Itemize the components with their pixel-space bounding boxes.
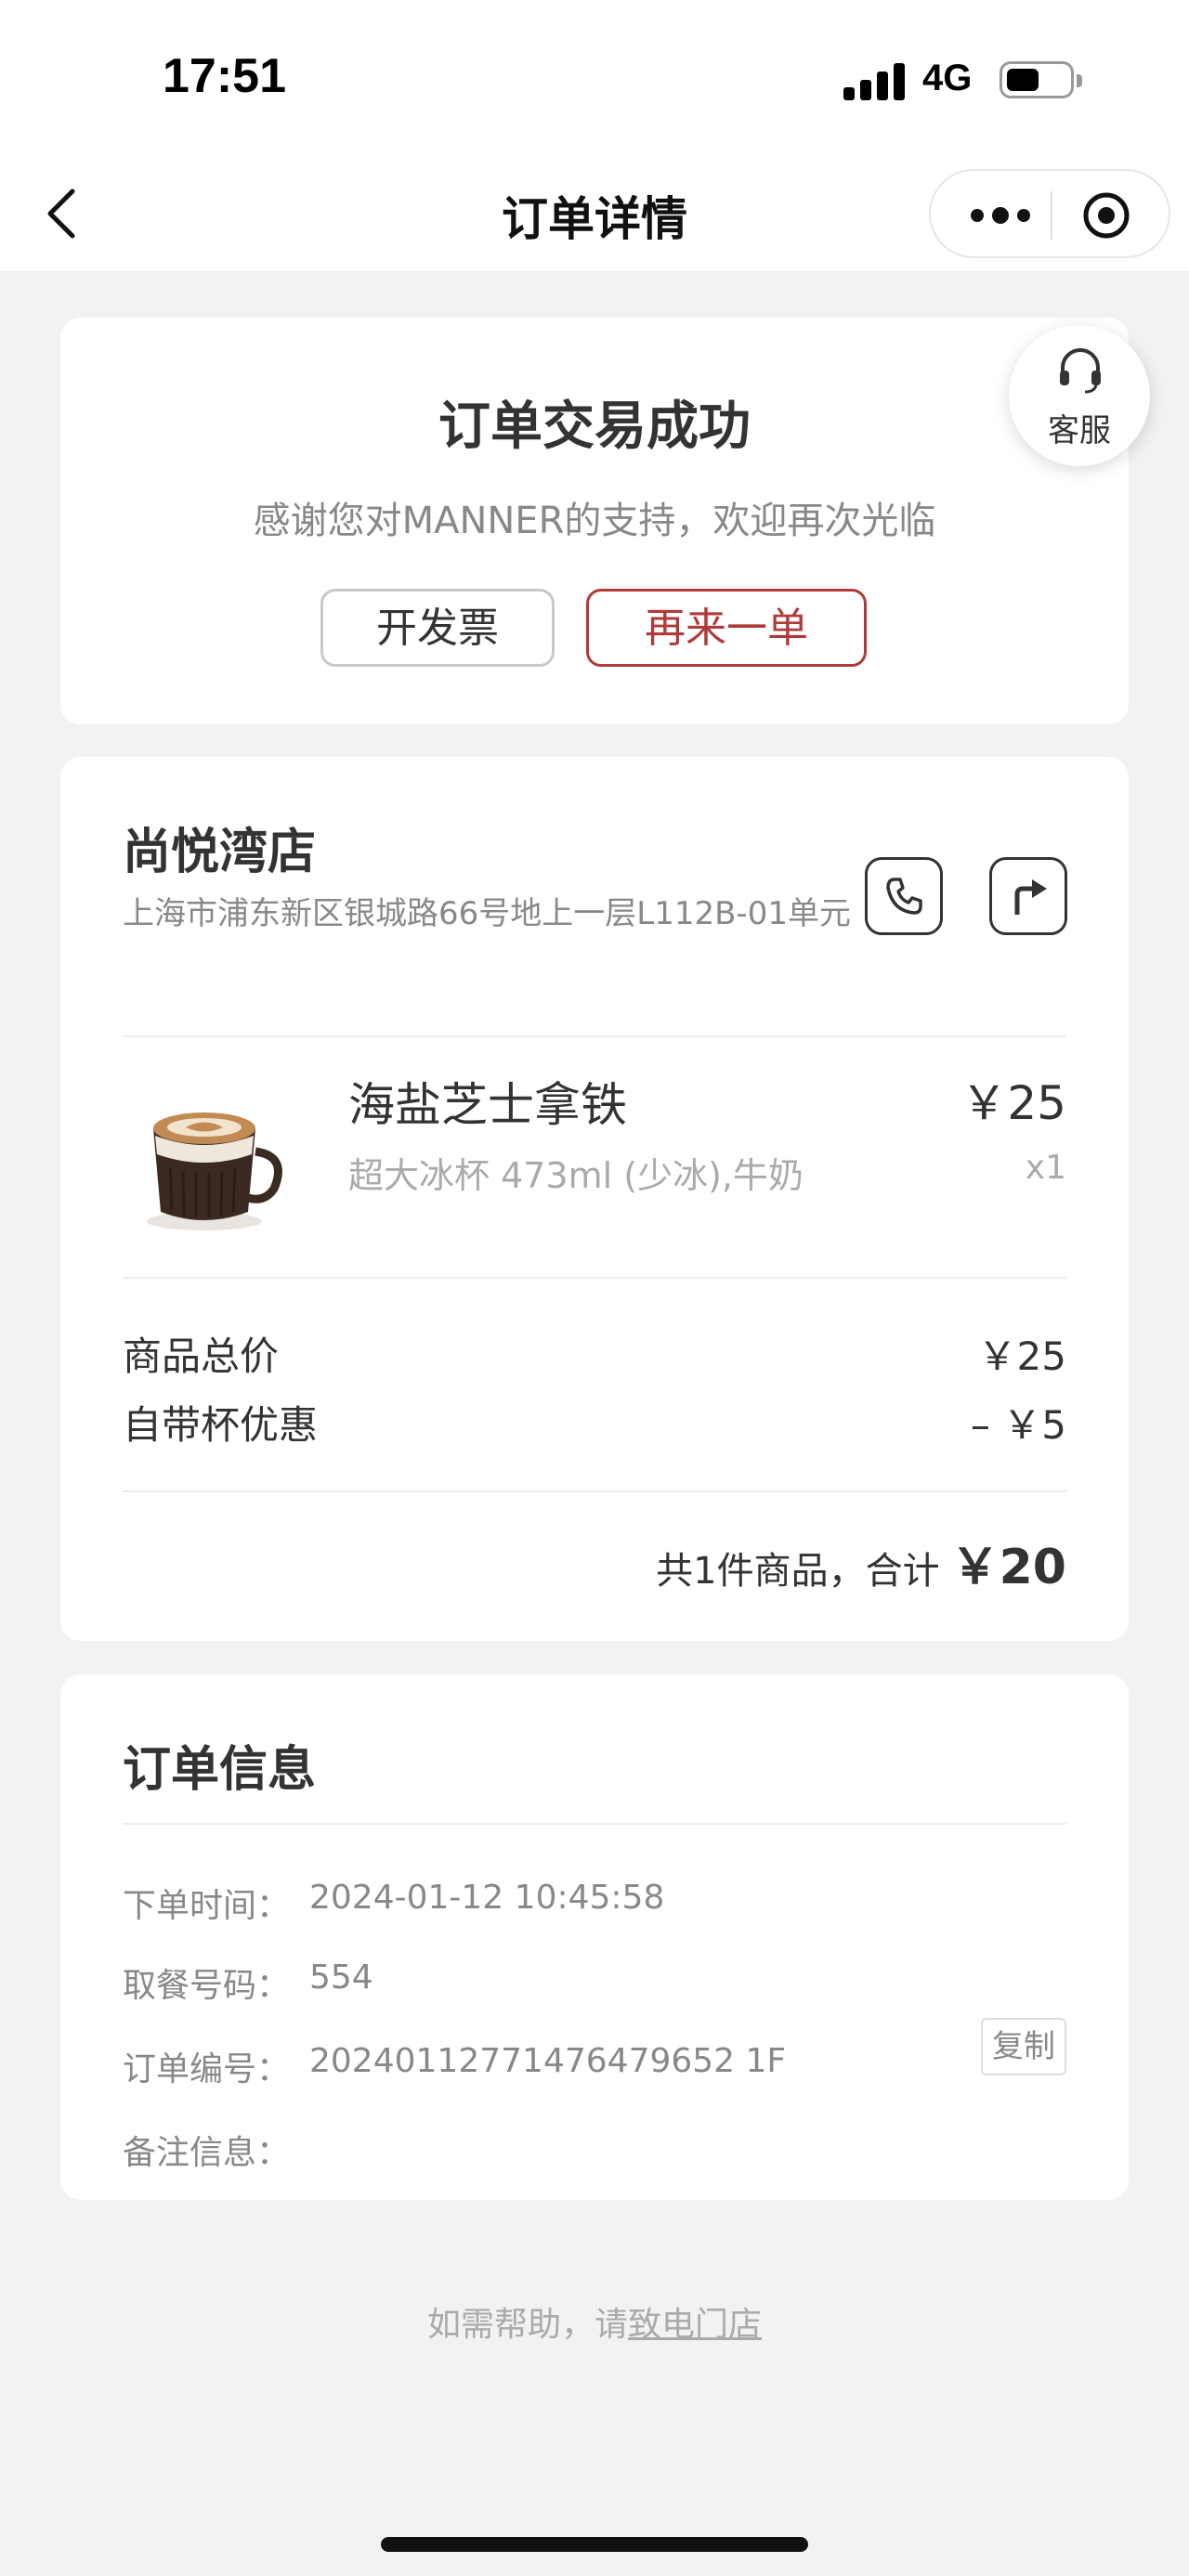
product-name: 海盐芝士拿铁 <box>348 1078 627 1132</box>
product-image <box>135 1082 293 1240</box>
success-subtitle: 感谢您对MANNER的支持，欢迎再次光临 <box>253 500 936 542</box>
order-success-card: 订单交易成功 感谢您对MANNER的支持，欢迎再次光临 开发票 再来一单 <box>60 318 1129 724</box>
invoice-button[interactable]: 开发票 <box>320 589 555 667</box>
pickup-number-label: 取餐号码： <box>123 1967 291 2005</box>
divider <box>123 1490 1066 1492</box>
status-time: 17:51 <box>163 49 286 103</box>
call-store-button[interactable] <box>865 857 943 935</box>
home-indicator[interactable] <box>381 2537 808 2552</box>
order-info-title: 订单信息 <box>123 1742 317 1798</box>
order-total: 共1件商品，合计 ￥20 <box>656 1528 1066 1597</box>
reorder-button[interactable]: 再来一单 <box>586 589 867 667</box>
success-title: 订单交易成功 <box>438 397 751 457</box>
subtotal-label: 商品总价 <box>123 1334 280 1379</box>
product-quantity: x1 <box>1025 1149 1066 1187</box>
miniapp-capsule <box>929 169 1170 258</box>
store-name: 尚悦湾店 <box>123 825 317 880</box>
more-icon[interactable] <box>968 197 1033 234</box>
divider <box>123 1277 1066 1279</box>
order-info-card: 订单信息 下单时间： 2024-01-12 10:45:58 取餐号码： 554… <box>60 1674 1129 2200</box>
directions-icon <box>1014 879 1047 915</box>
divider <box>123 1035 1066 1037</box>
call-store-link[interactable]: 致电门店 <box>628 2306 762 2344</box>
cup-discount-value: – ￥5 <box>970 1402 1066 1448</box>
close-miniapp-icon[interactable] <box>1082 191 1130 240</box>
product-spec: 超大冰杯 473ml (少冰),牛奶 <box>348 1155 804 1196</box>
total-prefix: 共1件商品，合计 <box>656 1550 940 1593</box>
customer-service-button[interactable]: 客服 <box>1009 325 1150 466</box>
order-time-value: 2024-01-12 10:45:58 <box>309 1879 665 1917</box>
signal-icon <box>843 61 905 100</box>
network-label: 4G <box>922 58 973 98</box>
capsule-divider <box>1051 191 1052 240</box>
battery-icon <box>1000 61 1082 98</box>
navigate-store-button[interactable] <box>989 857 1067 935</box>
help-text: 如需帮助，请致电门店 <box>0 2297 1189 2346</box>
remark-label: 备注信息： <box>123 2134 291 2172</box>
store-address: 上海市浦东新区银城路66号地上一层L112B-01单元 <box>123 895 851 932</box>
product-price: ￥25 <box>960 1076 1066 1130</box>
order-number-value: 20240112771476479652 1F <box>309 2042 787 2080</box>
status-bar: 17:51 4G <box>0 0 1189 158</box>
pickup-number-value: 554 <box>309 1958 373 1997</box>
headset-icon <box>1055 345 1105 396</box>
help-prefix: 如需帮助，请 <box>426 2306 628 2344</box>
nav-bar: 订单详情 <box>0 158 1189 271</box>
subtotal-value: ￥25 <box>977 1334 1066 1379</box>
divider <box>123 1823 1066 1825</box>
cup-discount-label: 自带杯优惠 <box>123 1402 319 1448</box>
order-time-label: 下单时间： <box>123 1887 291 1925</box>
copy-order-number-button[interactable]: 复制 <box>981 2018 1066 2075</box>
total-amount: ￥20 <box>950 1540 1066 1595</box>
customer-service-label: 客服 <box>1048 412 1111 449</box>
store-order-card: 尚悦湾店 上海市浦东新区银城路66号地上一层L112B-01单元 海盐芝士拿铁 … <box>60 757 1129 1641</box>
phone-icon <box>886 878 922 915</box>
order-number-label: 订单编号： <box>123 2050 291 2088</box>
